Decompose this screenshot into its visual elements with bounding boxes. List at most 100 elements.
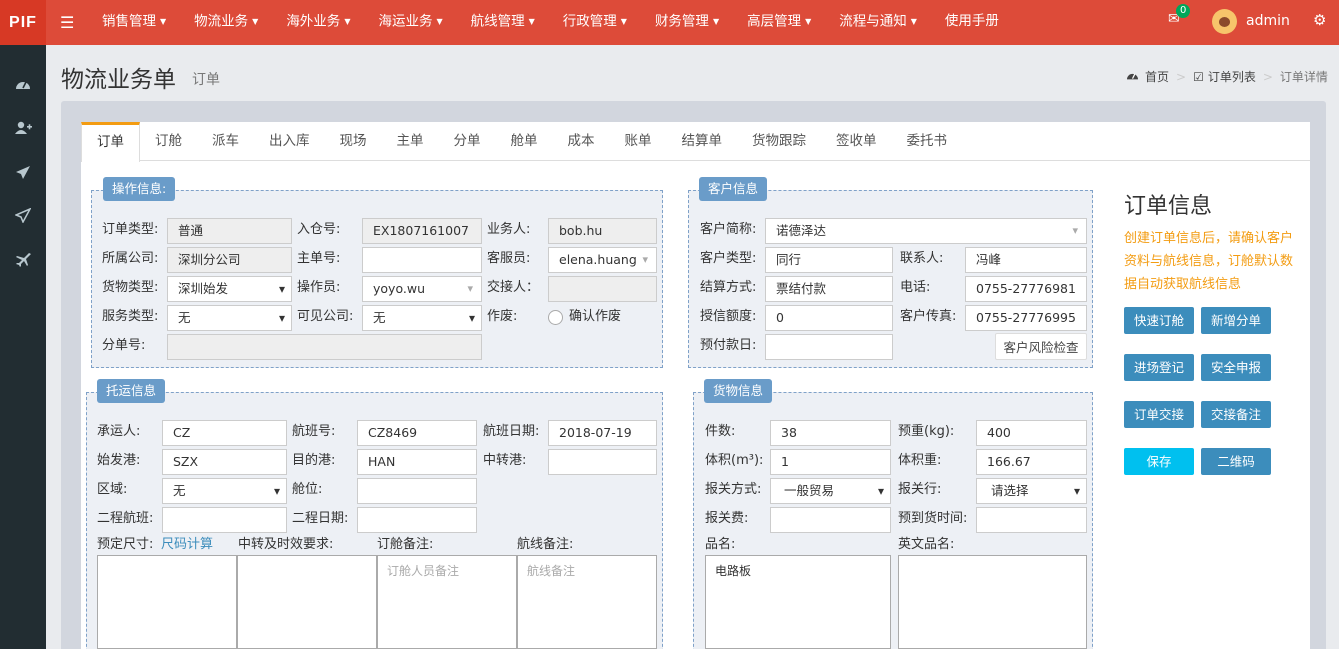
sub-no-field bbox=[167, 334, 482, 360]
caret-down-icon: ▼ bbox=[805, 17, 812, 26]
menu-sales[interactable]: 销售管理 ▼ bbox=[88, 0, 180, 45]
quick-booking-button[interactable]: 快速订舱 bbox=[1124, 307, 1194, 334]
service-type-select[interactable]: 无 bbox=[167, 305, 292, 331]
add-user-icon[interactable] bbox=[15, 121, 32, 139]
menu-label: 行政管理 bbox=[562, 13, 617, 30]
username[interactable]: admin bbox=[1246, 13, 1290, 29]
breadcrumb-home[interactable]: 首页 bbox=[1145, 68, 1169, 85]
security-declare-button[interactable]: 安全申报 bbox=[1201, 354, 1271, 381]
menu-routes[interactable]: 航线管理 ▼ bbox=[457, 0, 549, 45]
tab-entrust[interactable]: 委托书 bbox=[892, 122, 963, 161]
dashboard-icon[interactable] bbox=[15, 77, 31, 95]
tab-bar: 订单 订舱 派车 出入库 现场 主单 分单 舱单 成本 账单 结算单 货物跟踪 … bbox=[81, 122, 1310, 162]
name-textarea[interactable]: 电路板 bbox=[705, 555, 891, 649]
void-radio[interactable] bbox=[548, 310, 563, 325]
qr-code-button[interactable]: 二维码 bbox=[1201, 448, 1271, 475]
vol-weight-input[interactable]: 166.67 bbox=[976, 449, 1087, 475]
settle-label: 结算方式: bbox=[700, 280, 757, 295]
arrival-input[interactable] bbox=[976, 507, 1087, 533]
tab-warehouse[interactable]: 出入库 bbox=[254, 122, 325, 161]
volume-input[interactable]: 1 bbox=[770, 449, 891, 475]
tab-site[interactable]: 现场 bbox=[325, 122, 382, 161]
menu-finance[interactable]: 财务管理 ▼ bbox=[641, 0, 733, 45]
menu-overseas[interactable]: 海外业务 ▼ bbox=[272, 0, 364, 45]
second-flight-input[interactable] bbox=[162, 507, 287, 533]
avatar[interactable] bbox=[1212, 9, 1237, 34]
flight-date-input[interactable]: 2018-07-19 bbox=[548, 420, 657, 446]
save-button[interactable]: 保存 bbox=[1124, 448, 1194, 475]
fax-input[interactable]: 0755-27776995 bbox=[965, 305, 1087, 331]
region-label: 区域: bbox=[97, 482, 128, 497]
en-name-textarea[interactable] bbox=[898, 555, 1087, 649]
route-note-textarea[interactable]: 航线备注 bbox=[517, 555, 657, 649]
prepay-input[interactable] bbox=[765, 334, 893, 360]
phone-input[interactable]: 0755-27776981 bbox=[965, 276, 1087, 302]
menu-admin[interactable]: 行政管理 ▼ bbox=[549, 0, 641, 45]
customs-fee-input[interactable] bbox=[770, 507, 891, 533]
pieces-input[interactable]: 38 bbox=[770, 420, 891, 446]
tab-manifest[interactable]: 舱单 bbox=[496, 122, 553, 161]
handover-note-button[interactable]: 交接备注 bbox=[1201, 401, 1271, 428]
transit-input[interactable] bbox=[548, 449, 657, 475]
settle-input[interactable]: 票结付款 bbox=[765, 276, 893, 302]
credit-input[interactable]: 0 bbox=[765, 305, 893, 331]
operator-label: 操作员: bbox=[297, 280, 341, 295]
menu-workflow[interactable]: 流程与通知 ▼ bbox=[825, 0, 931, 45]
void-option-label[interactable]: 确认作废 bbox=[569, 304, 621, 330]
menu-label: 物流业务 bbox=[194, 13, 249, 30]
cs-select[interactable]: elena.huang bbox=[548, 247, 657, 273]
logo[interactable]: PIF bbox=[0, 0, 46, 45]
arrival-label: 预到货时间: bbox=[898, 511, 968, 526]
cabin-input[interactable] bbox=[357, 478, 477, 504]
tab-settlement[interactable]: 结算单 bbox=[667, 122, 738, 161]
caret-down-icon: ▼ bbox=[712, 17, 720, 26]
contact-input[interactable]: 冯峰 bbox=[965, 247, 1087, 273]
volume-label: 体积(m³): bbox=[705, 453, 764, 468]
shipping-legend: 托运信息 bbox=[97, 379, 166, 403]
weight-input[interactable]: 400 bbox=[976, 420, 1087, 446]
send-outline-icon[interactable] bbox=[14, 207, 32, 227]
customer-short-name-select[interactable]: 诺德泽达 bbox=[765, 218, 1087, 244]
tab-tracking[interactable]: 货物跟踪 bbox=[737, 122, 821, 161]
send-icon[interactable] bbox=[15, 165, 31, 184]
tab-master-bill[interactable]: 主单 bbox=[382, 122, 439, 161]
customer-risk-check-button[interactable]: 客户风险检查 bbox=[995, 333, 1087, 360]
breadcrumb-list[interactable]: 订单列表 bbox=[1208, 68, 1256, 85]
dest-input[interactable]: HAN bbox=[357, 449, 477, 475]
origin-input[interactable]: SZX bbox=[162, 449, 287, 475]
tab-booking[interactable]: 订舱 bbox=[140, 122, 197, 161]
region-select[interactable]: 无 bbox=[162, 478, 287, 504]
flight-input[interactable]: CZ8469 bbox=[357, 420, 477, 446]
menu-toggle-icon[interactable]: ☰ bbox=[60, 13, 74, 32]
broker-select[interactable]: 请选择 bbox=[976, 478, 1087, 504]
customer-type-input[interactable]: 同行 bbox=[765, 247, 893, 273]
tab-cost[interactable]: 成本 bbox=[553, 122, 610, 161]
transit-req-textarea[interactable] bbox=[237, 555, 377, 649]
menu-logistics[interactable]: 物流业务 ▼ bbox=[180, 0, 272, 45]
customs-mode-select[interactable]: 一般贸易 bbox=[770, 478, 891, 504]
order-handover-button[interactable]: 订单交接 bbox=[1124, 401, 1194, 428]
master-no-input[interactable] bbox=[362, 247, 482, 273]
breadcrumb: 首页 > ☑ 订单列表 > 订单详情 bbox=[1126, 68, 1328, 85]
tab-bill[interactable]: 账单 bbox=[610, 122, 667, 161]
tab-dispatch[interactable]: 派车 bbox=[197, 122, 254, 161]
gears-icon[interactable]: ⚙ bbox=[1313, 11, 1326, 29]
cargo-type-select[interactable]: 深圳始发 bbox=[167, 276, 292, 302]
tab-receipt[interactable]: 签收单 bbox=[821, 122, 892, 161]
tab-sub-bill[interactable]: 分单 bbox=[439, 122, 496, 161]
visible-company-select[interactable]: 无 bbox=[362, 305, 482, 331]
entry-register-button[interactable]: 进场登记 bbox=[1124, 354, 1194, 381]
carrier-input[interactable]: CZ bbox=[162, 420, 287, 446]
menu-executive[interactable]: 高层管理 ▼ bbox=[733, 0, 825, 45]
add-sub-bill-button[interactable]: 新增分单 bbox=[1201, 307, 1271, 334]
tab-order[interactable]: 订单 bbox=[81, 122, 140, 162]
menu-sea-freight[interactable]: 海运业务 ▼ bbox=[364, 0, 456, 45]
second-date-input[interactable] bbox=[357, 507, 477, 533]
menu-manual[interactable]: 使用手册 bbox=[931, 0, 1013, 45]
prepay-label: 预付款日: bbox=[700, 338, 757, 353]
order-info-description: 创建订单信息后，请确认客户资料与航线信息，订舱默认数据自动获取航线信息 bbox=[1124, 231, 1294, 292]
plane-icon[interactable] bbox=[15, 252, 31, 271]
booking-note-textarea[interactable]: 订舱人员备注 bbox=[377, 555, 517, 649]
size-textarea[interactable] bbox=[97, 555, 237, 649]
operator-select[interactable]: yoyo.wu bbox=[362, 276, 482, 302]
